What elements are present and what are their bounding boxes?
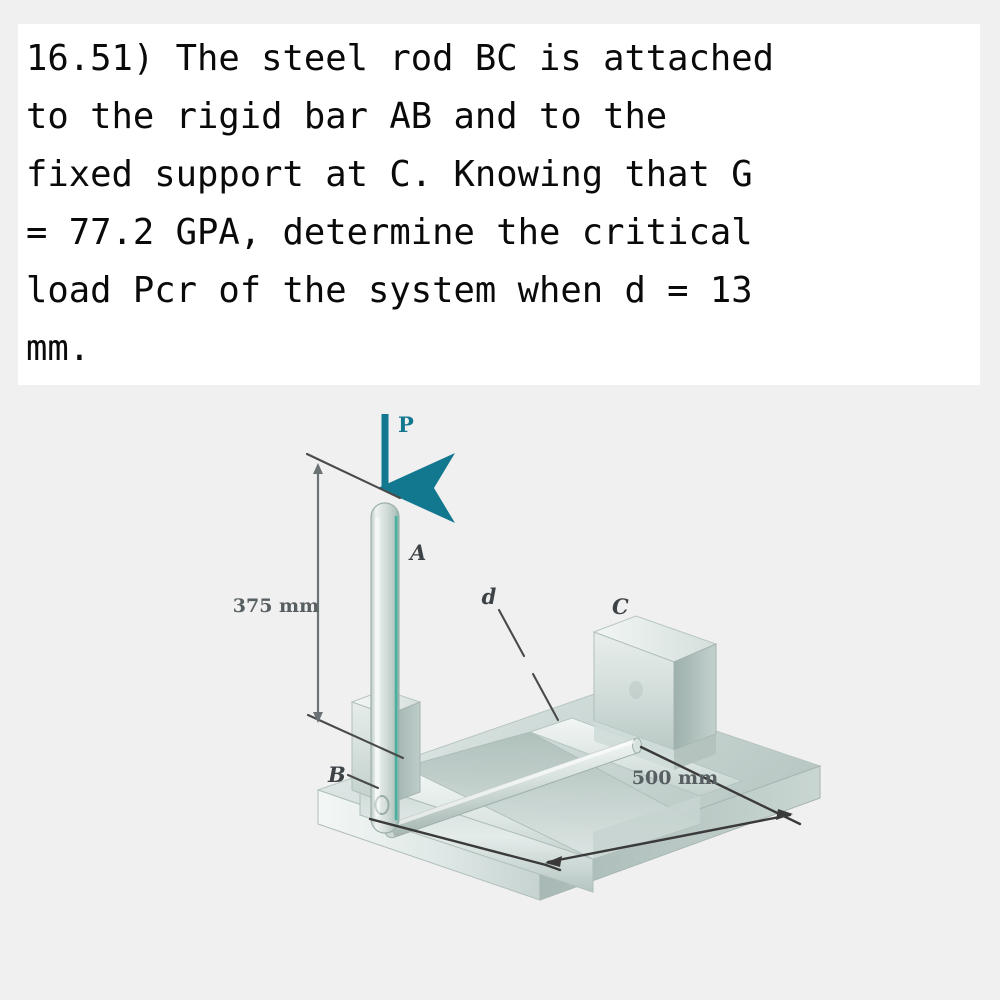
force-label-p: P: [398, 412, 414, 437]
problem-statement-text: 16.51) The steel rod BC is attached to t…: [26, 38, 775, 369]
label-d: d: [482, 584, 497, 609]
label-b: B: [327, 762, 346, 787]
rigid-bar-ab: [370, 502, 400, 834]
force-arrow-p: P: [378, 412, 455, 523]
dimension-label-375: 375 mm: [233, 595, 319, 617]
diameter-leader-d: d: [482, 584, 560, 722]
label-a: A: [408, 540, 426, 565]
mechanics-diagram: P 375 mm 500 mm d A B C: [233, 412, 822, 901]
problem-statement-panel: 16.51) The steel rod BC is attached to t…: [18, 24, 980, 385]
dimension-label-500: 500 mm: [632, 767, 718, 789]
label-c: C: [612, 594, 629, 619]
figure-container: P 375 mm 500 mm d A B C: [0, 392, 1000, 1000]
